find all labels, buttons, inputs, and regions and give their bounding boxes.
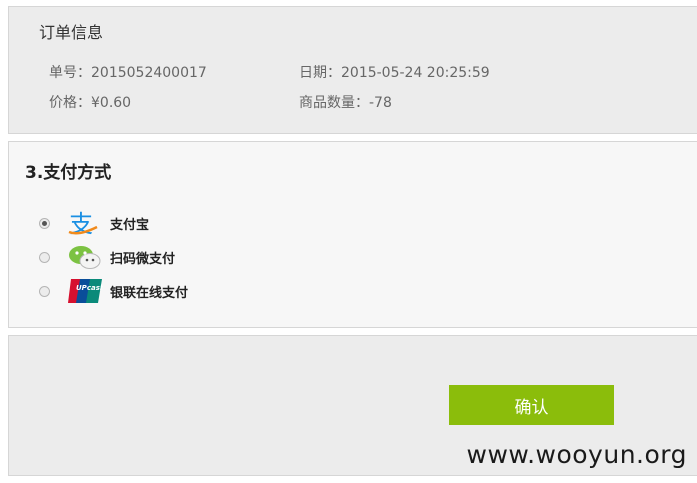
svg-text:UPcash: UPcash xyxy=(76,284,103,292)
order-info-panel: 订单信息 单号：2015052400017 日期：2015-05-24 20:2… xyxy=(8,6,697,134)
unionpay-label: 银联在线支付 xyxy=(110,285,189,301)
order-number: 单号：2015052400017 xyxy=(49,62,207,82)
payment-method-panel: 3.支付方式 支 支付宝 扫码微支付 UPcash 银联在线支付 xyxy=(8,141,697,328)
alipay-icon: 支 xyxy=(67,210,103,238)
alipay-label: 支付宝 xyxy=(110,217,150,233)
order-quantity-value: -78 xyxy=(369,95,392,111)
order-quantity-label: 商品数量： xyxy=(299,95,369,111)
order-date-value: 2015-05-24 20:25:59 xyxy=(341,65,490,81)
payment-option-alipay[interactable]: 支 支付宝 xyxy=(39,210,150,238)
confirm-button[interactable]: 确认 xyxy=(449,385,614,425)
wechat-pay-radio[interactable] xyxy=(39,251,50,263)
order-quantity: 商品数量：-78 xyxy=(299,92,392,112)
unionpay-radio[interactable] xyxy=(39,285,50,297)
order-number-value: 2015052400017 xyxy=(91,65,207,81)
wechat-pay-label: 扫码微支付 xyxy=(110,251,176,267)
unionpay-icon: UPcash xyxy=(67,278,105,304)
order-price-label: 价格： xyxy=(49,95,91,111)
order-date-label: 日期： xyxy=(299,65,341,81)
order-number-label: 单号： xyxy=(49,65,91,81)
wechat-pay-icon xyxy=(67,244,103,270)
order-date: 日期：2015-05-24 20:25:59 xyxy=(299,62,490,82)
order-price: 价格：¥0.60 xyxy=(49,92,131,112)
alipay-radio[interactable] xyxy=(39,217,50,229)
payment-method-title: 3.支付方式 xyxy=(25,163,112,183)
order-info-title: 订单信息 xyxy=(39,23,104,42)
watermark-text: www.wooyun.org xyxy=(466,440,687,469)
payment-option-unionpay[interactable]: UPcash 银联在线支付 xyxy=(39,278,188,304)
payment-option-wechat[interactable]: 扫码微支付 xyxy=(39,244,175,270)
order-price-value: ¥0.60 xyxy=(91,95,132,111)
